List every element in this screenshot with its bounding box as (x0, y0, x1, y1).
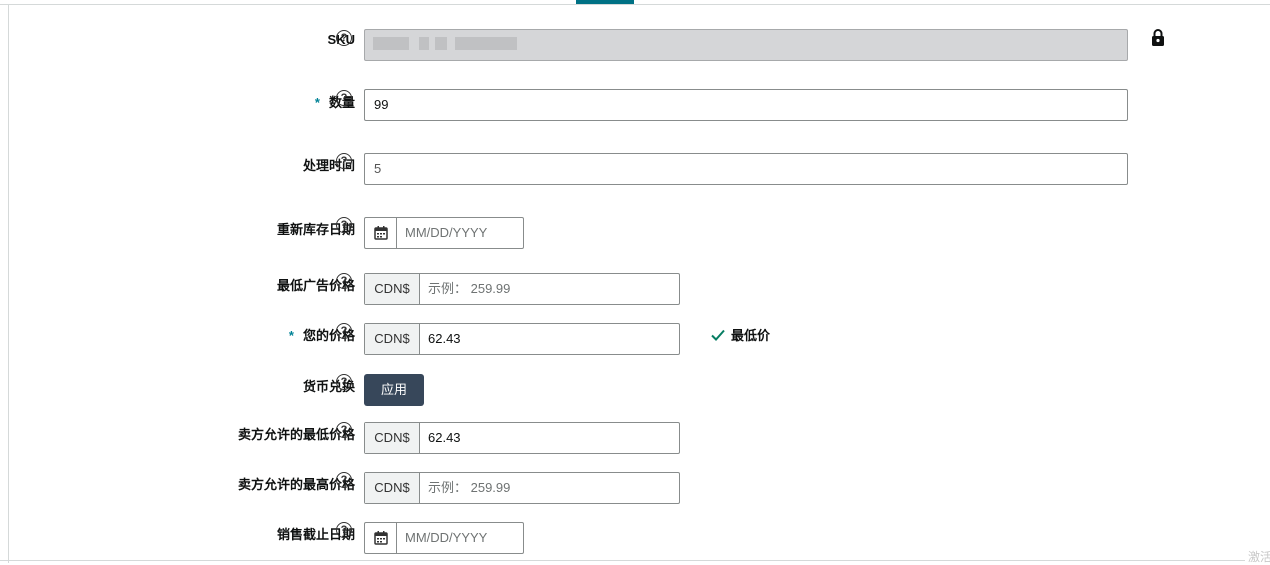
help-icon[interactable]: ? (336, 472, 352, 488)
bottom-divider (0, 560, 1245, 561)
currency-prefix: CDN$ (365, 423, 420, 453)
quantity-input[interactable]: 99 (364, 89, 1128, 121)
watermark-text: 激活 (1248, 550, 1270, 564)
help-icon[interactable]: ? (336, 273, 352, 289)
sku-obscured (419, 37, 429, 50)
left-border (8, 5, 9, 563)
sku-obscured (373, 37, 409, 50)
help-icon[interactable]: ? (336, 90, 352, 106)
help-icon[interactable]: ? (336, 323, 352, 339)
currency-prefix: CDN$ (365, 473, 420, 503)
seller-max-price-input[interactable]: 示例： 259.99 (420, 473, 510, 503)
restock-date-input[interactable]: MM/DD/YYYY (397, 218, 487, 248)
lock-icon (1152, 29, 1164, 46)
sku-field (364, 29, 1128, 61)
checkmark-icon (711, 329, 725, 341)
min-advertised-price-input[interactable]: 示例： 259.99 (420, 274, 510, 304)
seller-min-price-field[interactable]: CDN$ 62.43 (364, 422, 680, 454)
currency-prefix: CDN$ (365, 324, 420, 354)
sale-end-date-picker[interactable]: MM/DD/YYYY (364, 522, 524, 554)
sku-obscured (435, 37, 447, 50)
your-price-input[interactable]: 62.43 (420, 324, 461, 354)
help-icon[interactable]: ? (336, 30, 352, 46)
help-icon[interactable]: ? (336, 522, 352, 538)
your-price-field[interactable]: CDN$ 62.43 (364, 323, 680, 355)
min-advertised-price-field[interactable]: CDN$ 示例： 259.99 (364, 273, 680, 305)
seller-max-price-field[interactable]: CDN$ 示例： 259.99 (364, 472, 680, 504)
currency-prefix: CDN$ (365, 274, 420, 304)
help-icon[interactable]: ? (336, 422, 352, 438)
lowest-price-indicator: 最低价 (711, 325, 770, 344)
help-icon[interactable]: ? (336, 374, 352, 390)
lowest-price-text: 最低价 (731, 328, 771, 343)
seller-min-price-input[interactable]: 62.43 (420, 423, 461, 453)
restock-date-picker[interactable]: MM/DD/YYYY (364, 217, 524, 249)
calendar-icon[interactable] (365, 218, 397, 248)
sale-end-date-input[interactable]: MM/DD/YYYY (397, 523, 487, 553)
help-icon[interactable]: ? (336, 217, 352, 233)
active-tab-indicator (576, 0, 634, 4)
help-icon[interactable]: ? (336, 153, 352, 169)
top-divider (0, 4, 1270, 5)
calendar-icon[interactable] (365, 523, 397, 553)
sku-obscured (455, 37, 517, 50)
handling-time-input[interactable]: 5 (364, 153, 1128, 185)
apply-button[interactable]: 应用 (364, 374, 424, 406)
